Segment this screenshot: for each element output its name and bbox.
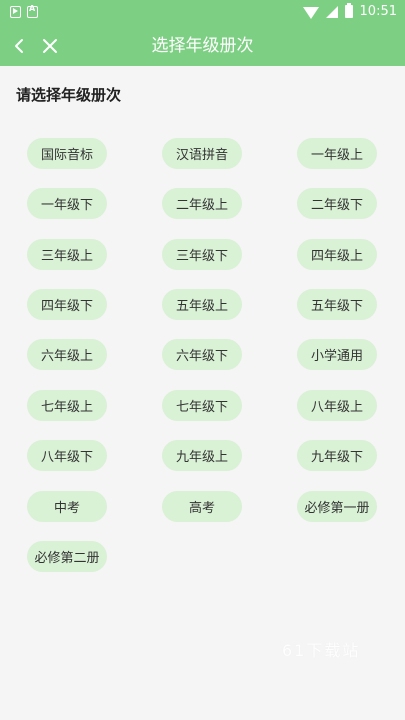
grade-chip[interactable]: 七年级上 xyxy=(27,390,107,421)
grade-chip[interactable]: 五年级上 xyxy=(162,289,242,320)
grade-chip[interactable]: 必修第二册 xyxy=(27,541,107,572)
grade-chip[interactable]: 国际音标 xyxy=(27,138,107,169)
notification-icons xyxy=(10,4,38,18)
grade-chip[interactable]: 小学通用 xyxy=(297,339,377,370)
grade-chip[interactable]: 九年级下 xyxy=(297,440,377,471)
grade-chip[interactable]: 汉语拼音 xyxy=(162,138,242,169)
back-icon[interactable] xyxy=(6,32,34,60)
grade-chip[interactable]: 一年级上 xyxy=(297,138,377,169)
grade-chip[interactable]: 五年级下 xyxy=(297,289,377,320)
grade-chip[interactable]: 二年级下 xyxy=(297,188,377,219)
system-icons: 10:51 xyxy=(302,3,397,19)
grade-chip[interactable]: 六年级上 xyxy=(27,339,107,370)
grade-chip[interactable]: 一年级下 xyxy=(27,188,107,219)
grade-chip[interactable]: 八年级上 xyxy=(297,390,377,421)
battery-icon xyxy=(344,3,353,18)
status-bar: 10:51 xyxy=(0,0,405,26)
status-time: 10:51 xyxy=(359,4,397,19)
apk-icon xyxy=(27,4,38,18)
grade-chip[interactable]: 中考 xyxy=(27,491,107,522)
grade-chip[interactable]: 二年级上 xyxy=(162,188,242,219)
grade-chip[interactable]: 九年级上 xyxy=(162,440,242,471)
signal-icon xyxy=(325,5,338,18)
watermark: 61下载站 xyxy=(282,641,361,660)
grade-chip[interactable]: 四年级上 xyxy=(297,239,377,270)
grade-chip[interactable]: 四年级下 xyxy=(27,289,107,320)
section-title: 请选择年级册次 xyxy=(16,86,122,104)
grade-chip[interactable]: 必修第一册 xyxy=(297,491,377,522)
app-bar: 选择年级册次 xyxy=(0,26,405,66)
grade-chip[interactable]: 七年级下 xyxy=(162,390,242,421)
close-icon[interactable] xyxy=(36,32,64,60)
grade-chip[interactable]: 高考 xyxy=(162,491,242,522)
wifi-icon xyxy=(302,6,319,19)
grade-chip[interactable]: 六年级下 xyxy=(162,339,242,370)
grade-chip[interactable]: 三年级下 xyxy=(162,239,242,270)
play-store-icon xyxy=(10,6,21,18)
grade-chip[interactable]: 三年级上 xyxy=(27,239,107,270)
grade-chip[interactable]: 八年级下 xyxy=(27,440,107,471)
